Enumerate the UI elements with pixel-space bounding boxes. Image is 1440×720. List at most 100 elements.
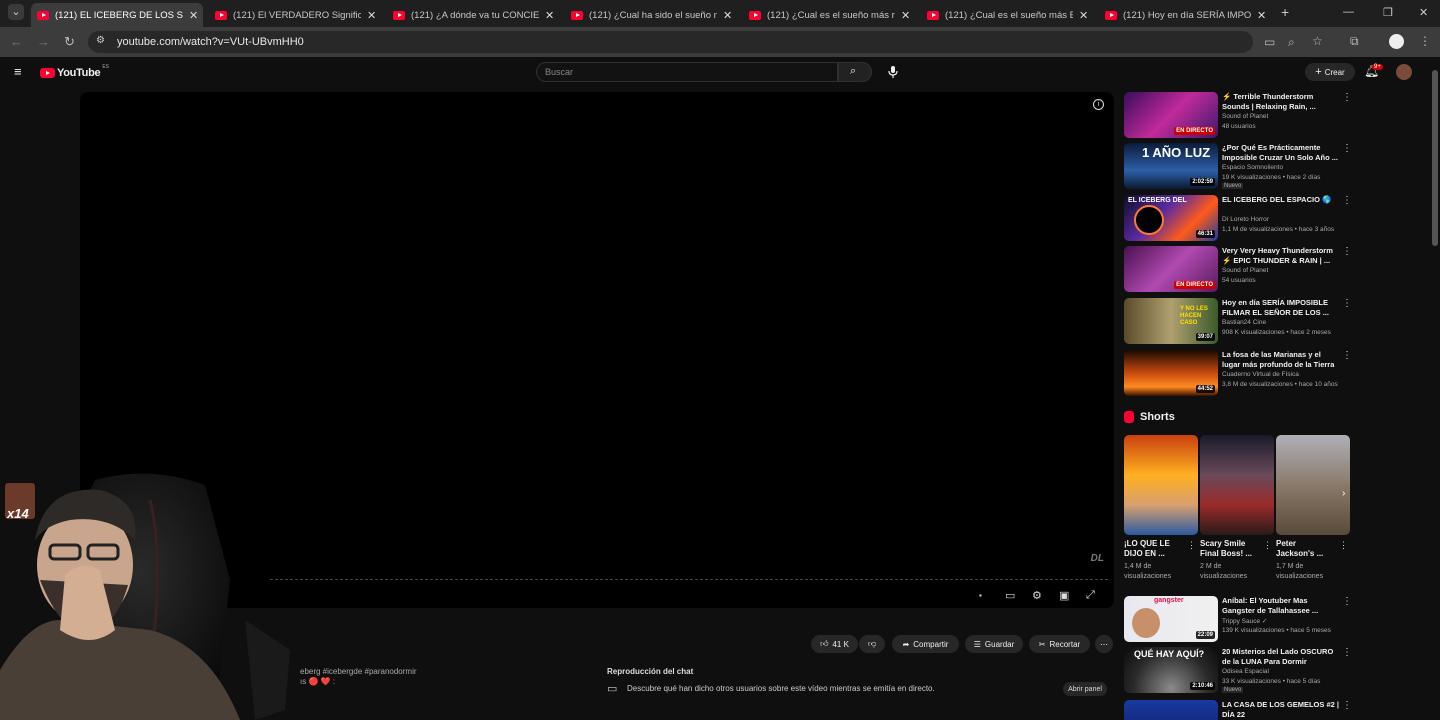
- share-button[interactable]: ➦ Compartir: [892, 635, 959, 653]
- channel-name[interactable]: Odisea Espacial: [1222, 668, 1269, 675]
- autoplay-toggle[interactable]: ▪: [979, 591, 982, 600]
- reload-icon[interactable]: ↻: [64, 34, 75, 50]
- video-title[interactable]: ¿Por Qué Es Prácticamente Imposible Cruz…: [1222, 143, 1340, 163]
- more-options-icon[interactable]: ⋮: [1342, 92, 1352, 103]
- more-options-icon[interactable]: ⋮: [1342, 195, 1352, 206]
- info-icon[interactable]: i: [1093, 99, 1104, 110]
- open-chat-panel-button[interactable]: Abrir panel: [1063, 682, 1107, 696]
- more-actions-button[interactable]: ⋯: [1095, 635, 1113, 653]
- close-tab-icon[interactable]: ✕: [545, 9, 554, 22]
- recommended-video[interactable]: Y NO LES HACEN CASO 39:07 Hoy en día SER…: [1124, 298, 1356, 344]
- close-window-icon[interactable]: ✕: [1419, 6, 1428, 19]
- short-title[interactable]: Peter Jackson's ...: [1276, 539, 1336, 559]
- browser-tab-6[interactable]: (121) ¿Cual es el sueño más EX ✕: [921, 3, 1093, 27]
- video-title[interactable]: EL ICEBERG DEL ESPACIO 🌎: [1222, 195, 1340, 205]
- save-button[interactable]: ☰ Guardar: [965, 635, 1023, 653]
- tab-search-dropdown-icon[interactable]: ⌄: [8, 4, 24, 20]
- short-item[interactable]: Scary Smile Final Boss! ... ⋮ 2 M de vis…: [1200, 435, 1274, 580]
- forward-icon[interactable]: →: [37, 34, 50, 49]
- video-thumbnail[interactable]: EN DIRECTO: [1124, 246, 1218, 292]
- subtitles-icon[interactable]: ▭: [1005, 589, 1015, 602]
- close-tab-icon[interactable]: ✕: [901, 9, 910, 22]
- video-title[interactable]: Hoy en día SERÍA IMPOSIBLE FILMAR EL SEÑ…: [1222, 298, 1340, 318]
- more-options-icon[interactable]: ⋮: [1342, 143, 1352, 154]
- channel-name[interactable]: Sound of Planet: [1222, 113, 1268, 120]
- search-box[interactable]: [536, 62, 838, 82]
- short-item[interactable]: ¡LO QUE LE DIJO EN ... ⋮ 1,4 M de visual…: [1124, 435, 1198, 580]
- create-button[interactable]: + Crear: [1305, 63, 1355, 81]
- recommended-video[interactable]: EL ICEBERG DEL 46:31 EL ICEBERG DEL ESPA…: [1124, 195, 1356, 241]
- recommended-video[interactable]: gangster 22:09 Aníbal: El Youtuber Mas G…: [1124, 596, 1356, 642]
- video-thumbnail[interactable]: [1124, 700, 1218, 720]
- channel-name[interactable]: Bastian24 Cine: [1222, 319, 1266, 326]
- browser-tab-5[interactable]: (121) ¿Cual es el sueño más ra ✕: [743, 3, 915, 27]
- recommended-video[interactable]: EN DIRECTO Very Very Heavy Thunderstorm …: [1124, 246, 1356, 292]
- video-thumbnail[interactable]: gangster 22:09: [1124, 596, 1218, 642]
- account-avatar[interactable]: [1396, 64, 1412, 80]
- site-info-icon[interactable]: ⚙: [96, 35, 105, 46]
- like-button[interactable]: 👍︎ 41 K: [811, 635, 858, 653]
- page-scrollbar[interactable]: [1432, 70, 1438, 246]
- more-options-icon[interactable]: ⋮: [1342, 647, 1352, 658]
- video-title[interactable]: La fosa de las Marianas y el lugar más p…: [1222, 350, 1340, 370]
- browser-tab-7[interactable]: (121) Hoy en día SERÍA IMPOSIB ✕: [1099, 3, 1271, 27]
- video-thumbnail[interactable]: EN DIRECTO: [1124, 92, 1218, 138]
- close-tab-icon[interactable]: ✕: [1257, 9, 1266, 22]
- close-tab-icon[interactable]: ✕: [189, 9, 198, 22]
- short-title[interactable]: ¡LO QUE LE DIJO EN ...: [1124, 539, 1184, 559]
- close-tab-icon[interactable]: ✕: [1079, 9, 1088, 22]
- video-thumbnail[interactable]: Y NO LES HACEN CASO 39:07: [1124, 298, 1218, 344]
- channel-name[interactable]: Trippy Sauce ✓: [1222, 617, 1267, 625]
- back-icon[interactable]: ←: [10, 34, 23, 49]
- video-thumbnail[interactable]: 1 AÑO LUZ 2:02:59: [1124, 143, 1218, 189]
- channel-name[interactable]: Sound of Planet: [1222, 267, 1268, 274]
- zoom-icon[interactable]: ⌕: [1288, 35, 1295, 50]
- fullscreen-icon[interactable]: ⤢: [1086, 589, 1095, 602]
- browser-tab-3[interactable]: (121) ¿A dónde va tu CONCIEN ✕: [387, 3, 559, 27]
- profile-avatar[interactable]: [1389, 34, 1404, 49]
- recommended-video[interactable]: LA CASA DE LOS GEMELOS #2 | DÍA 22 ⋮: [1124, 700, 1356, 720]
- description-hashtags[interactable]: eberg #icebergde #paranodormir: [300, 667, 417, 676]
- video-thumbnail[interactable]: 44:52: [1124, 350, 1218, 396]
- browser-tab-1[interactable]: (121) EL ICEBERG DE LOS SUEÑ ✕: [31, 3, 203, 27]
- video-title[interactable]: ⚡ Terrible Thunderstorm Sounds | Relaxin…: [1222, 92, 1340, 112]
- more-options-icon[interactable]: ⋮: [1342, 350, 1352, 361]
- short-title[interactable]: Scary Smile Final Boss! ...: [1200, 539, 1260, 559]
- recommended-video[interactable]: QUÉ HAY AQUÍ? 2:10:46 20 Misterios del L…: [1124, 647, 1356, 693]
- channel-name[interactable]: Dí Loreto Horror: [1222, 216, 1269, 223]
- more-options-icon[interactable]: ⋮: [1187, 540, 1196, 551]
- video-title[interactable]: Very Very Heavy Thunderstorm ⚡ EPIC THUN…: [1222, 246, 1340, 266]
- settings-gear-icon[interactable]: ⚙: [1032, 589, 1042, 602]
- new-tab-icon[interactable]: +: [1281, 4, 1289, 20]
- short-thumbnail[interactable]: [1124, 435, 1198, 535]
- minimize-window-icon[interactable]: —: [1343, 6, 1354, 18]
- guide-menu-icon[interactable]: ≡: [14, 64, 22, 79]
- video-title[interactable]: LA CASA DE LOS GEMELOS #2 | DÍA 22: [1222, 700, 1340, 720]
- more-options-icon[interactable]: ⋮: [1342, 298, 1352, 309]
- more-options-icon[interactable]: ⋮: [1342, 596, 1352, 607]
- more-options-icon[interactable]: ⋮: [1339, 540, 1348, 551]
- close-tab-icon[interactable]: ✕: [723, 9, 732, 22]
- more-options-icon[interactable]: ⋮: [1342, 700, 1352, 711]
- recommended-video[interactable]: EN DIRECTO ⚡ Terrible Thunderstorm Sound…: [1124, 92, 1356, 138]
- voice-search-icon[interactable]: [887, 65, 899, 79]
- more-options-icon[interactable]: ⋮: [1263, 540, 1272, 551]
- video-thumbnail[interactable]: EL ICEBERG DEL 46:31: [1124, 195, 1218, 241]
- more-options-icon[interactable]: ⋮: [1342, 246, 1352, 257]
- url-text[interactable]: youtube.com/watch?v=VUt-UBvmHH0: [117, 36, 304, 48]
- progress-bar[interactable]: [270, 579, 1108, 580]
- short-thumbnail[interactable]: [1276, 435, 1350, 535]
- search-input[interactable]: Buscar: [545, 67, 573, 77]
- video-title[interactable]: 20 Misterios del Lado OSCURO de la LUNA …: [1222, 647, 1340, 667]
- browser-tab-4[interactable]: (121) ¿Cual ha sido el sueño m ✕: [565, 3, 737, 27]
- cast-icon[interactable]: ▭: [1264, 35, 1275, 49]
- shorts-next-chevron-icon[interactable]: ›: [1342, 488, 1345, 499]
- browser-tab-2[interactable]: (121) El VERDADERO Significado ✕: [209, 3, 381, 27]
- dislike-button[interactable]: 👎︎: [859, 635, 885, 653]
- extensions-icon[interactable]: ⧉: [1350, 34, 1359, 49]
- recommended-video[interactable]: 1 AÑO LUZ 2:02:59 ¿Por Qué Es Prácticame…: [1124, 143, 1356, 189]
- close-tab-icon[interactable]: ✕: [367, 9, 376, 22]
- recommended-video[interactable]: 44:52 La fosa de las Marianas y el lugar…: [1124, 350, 1356, 396]
- bookmark-star-icon[interactable]: ☆: [1312, 34, 1323, 48]
- short-item[interactable]: Peter Jackson's ... ⋮ 1,7 M de visualiza…: [1276, 435, 1350, 580]
